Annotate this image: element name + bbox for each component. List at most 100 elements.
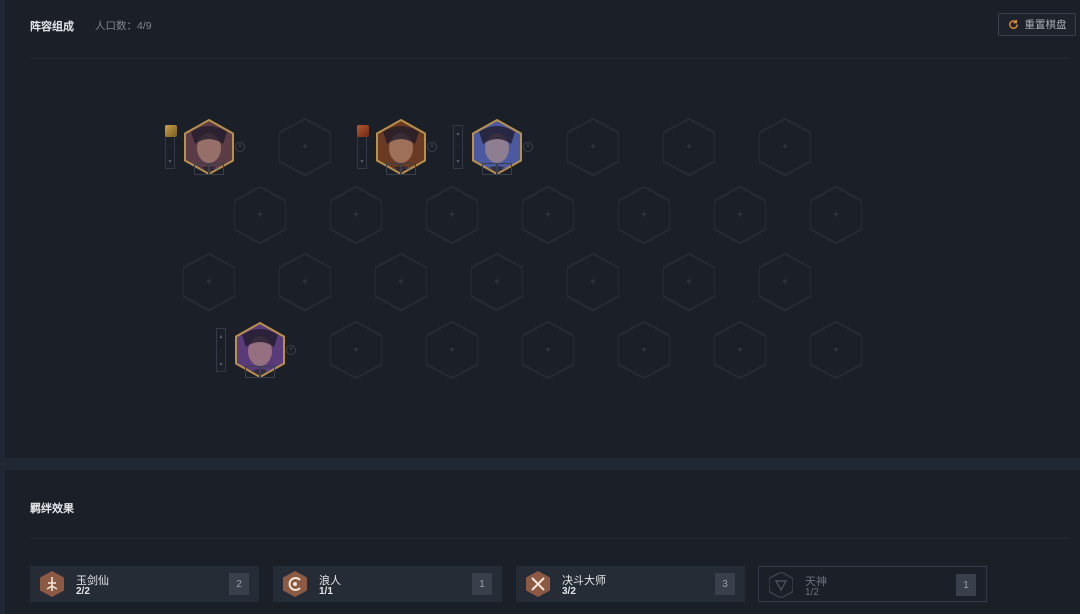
section-separator [0, 458, 1080, 470]
equipped-item-icon[interactable] [165, 125, 177, 137]
trait-progress: 1/1 [319, 586, 333, 597]
plus-icon: + [545, 209, 551, 221]
plus-icon: + [449, 209, 455, 221]
item-slot[interactable]: + [260, 366, 275, 378]
trait-card-yujianxian[interactable]: 玉剑仙 2/2 2 [30, 566, 259, 602]
plus-icon: + [449, 344, 455, 356]
refresh-icon [1008, 19, 1018, 29]
trait-progress: 1/2 [805, 587, 819, 598]
star-option[interactable]: ▾ [217, 357, 225, 371]
plus-icon: + [737, 209, 743, 221]
plus-icon: + [257, 209, 263, 221]
empty-board-slot[interactable]: + [471, 253, 523, 311]
add-item-icon[interactable]: + [286, 345, 296, 355]
item-slots[interactable]: − + [482, 163, 512, 175]
plus-icon: + [545, 344, 551, 356]
item-slot[interactable]: − [482, 163, 497, 175]
item-slots[interactable]: − + [245, 366, 275, 378]
empty-board-slot[interactable]: + [759, 118, 811, 176]
item-slot[interactable]: − [386, 163, 401, 175]
empty-board-slot[interactable]: + [279, 253, 331, 311]
star-option[interactable]: ▴ [454, 126, 462, 140]
plus-icon: + [353, 209, 359, 221]
empty-board-slot[interactable]: + [183, 253, 235, 311]
empty-board-slot[interactable]: + [567, 253, 619, 311]
trait-count: 1 [472, 573, 492, 595]
empty-board-slot[interactable]: + [375, 253, 427, 311]
empty-board-slot[interactable]: + [426, 321, 478, 379]
ronin-icon [283, 571, 307, 597]
empty-board-slot[interactable]: + [663, 253, 715, 311]
empty-board-slot[interactable]: + [618, 321, 670, 379]
traits-divider [30, 538, 1070, 539]
plus-icon: + [302, 141, 308, 153]
traits-title: 羁绊效果 [30, 503, 74, 515]
plus-icon: + [833, 344, 839, 356]
empty-board-slot[interactable]: + [810, 321, 862, 379]
plus-icon: + [590, 141, 596, 153]
empty-board-slot[interactable]: + [279, 118, 331, 176]
board-divider [30, 58, 1070, 59]
plus-icon: + [494, 276, 500, 288]
item-slots[interactable]: − + [386, 163, 416, 175]
trait-progress: 2/2 [76, 586, 90, 597]
add-item-icon[interactable]: + [235, 142, 245, 152]
trait-card-tianshen[interactable]: 天神 1/2 1 [758, 566, 987, 602]
item-slot[interactable]: + [401, 163, 416, 175]
empty-board-slot[interactable]: + [234, 186, 286, 244]
plus-icon: + [641, 344, 647, 356]
plus-icon: + [302, 276, 308, 288]
duelist-icon [526, 571, 550, 597]
plus-icon: + [686, 141, 692, 153]
divine-icon [769, 572, 793, 598]
plus-icon: + [353, 344, 359, 356]
reset-board-button[interactable]: 重置棋盘 [998, 13, 1076, 36]
star-option[interactable]: · [454, 140, 462, 154]
star-option[interactable]: ▾ [166, 154, 174, 168]
plus-icon: + [686, 276, 692, 288]
empty-board-slot[interactable]: + [330, 321, 382, 379]
trait-count: 3 [715, 573, 735, 595]
item-slot[interactable]: − [194, 163, 209, 175]
star-option[interactable]: · [166, 140, 174, 154]
empty-board-slot[interactable]: + [759, 253, 811, 311]
reset-board-label: 重置棋盘 [1024, 19, 1067, 31]
add-item-icon[interactable]: + [523, 142, 533, 152]
plus-icon: + [206, 276, 212, 288]
trait-count: 2 [229, 573, 249, 595]
star-level-selector[interactable]: ▴·▾ [216, 328, 226, 372]
empty-board-slot[interactable]: + [426, 186, 478, 244]
empty-board-slot[interactable]: + [330, 186, 382, 244]
equipped-item-icon[interactable] [357, 125, 369, 137]
star-level-selector[interactable]: ▴·▾ [453, 125, 463, 169]
population-count: 人口数：4/9 [95, 20, 152, 32]
empty-board-slot[interactable]: + [663, 118, 715, 176]
empty-board-slot[interactable]: + [567, 118, 619, 176]
plus-icon: + [641, 209, 647, 221]
plus-icon: + [590, 276, 596, 288]
trait-card-langren[interactable]: 浪人 1/1 1 [273, 566, 502, 602]
empty-board-slot[interactable]: + [714, 321, 766, 379]
trait-card-juedou[interactable]: 决斗大师 3/2 3 [516, 566, 745, 602]
plus-icon: + [737, 344, 743, 356]
board-title: 阵容组成 [30, 21, 74, 33]
star-option[interactable]: ▾ [358, 154, 366, 168]
empty-board-slot[interactable]: + [522, 186, 574, 244]
item-slot[interactable]: + [209, 163, 224, 175]
sword-immortal-icon [40, 571, 64, 597]
plus-icon: + [782, 276, 788, 288]
star-option[interactable]: ▴ [217, 329, 225, 343]
empty-board-slot[interactable]: + [522, 321, 574, 379]
plus-icon: + [398, 276, 404, 288]
star-option[interactable]: ▾ [454, 154, 462, 168]
item-slot[interactable]: + [497, 163, 512, 175]
star-option[interactable]: · [358, 140, 366, 154]
star-option[interactable]: · [217, 343, 225, 357]
empty-board-slot[interactable]: + [618, 186, 670, 244]
empty-board-slot[interactable]: + [714, 186, 766, 244]
item-slot[interactable]: − [245, 366, 260, 378]
empty-board-slot[interactable]: + [810, 186, 862, 244]
item-slots[interactable]: − + [194, 163, 224, 175]
add-item-icon[interactable]: + [427, 142, 437, 152]
trait-progress: 3/2 [562, 586, 576, 597]
